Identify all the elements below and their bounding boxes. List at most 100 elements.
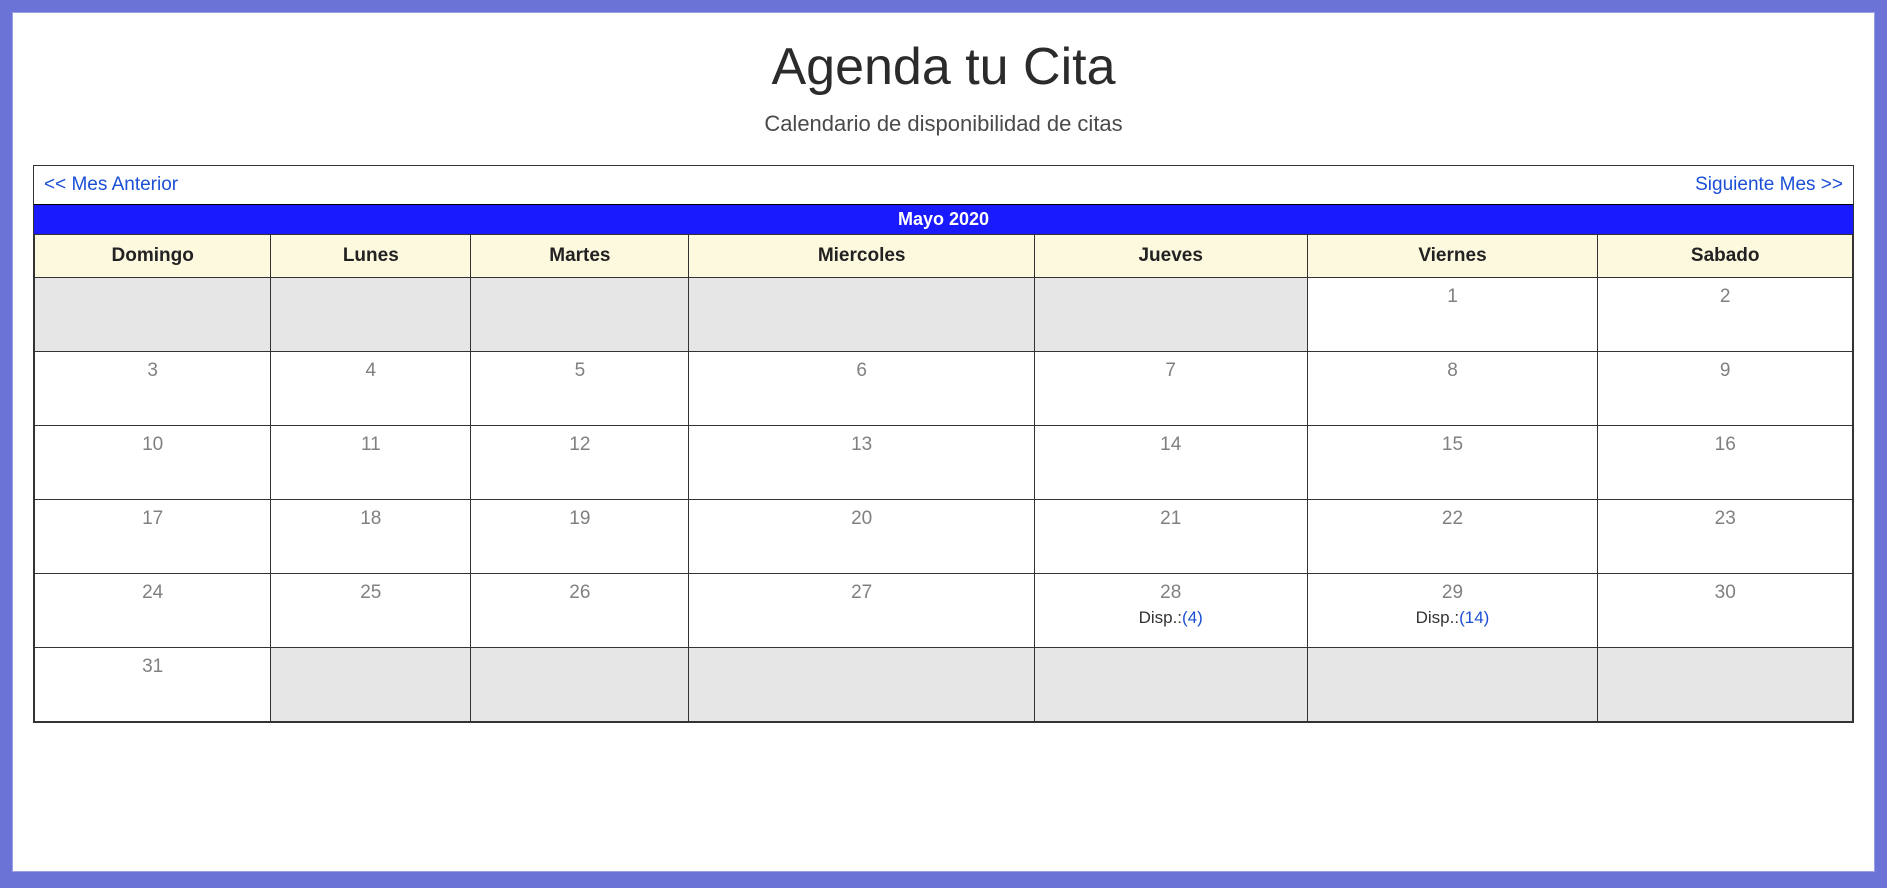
calendar-day-cell: 31 — [35, 648, 271, 722]
calendar-week-row: 3456789 — [35, 352, 1853, 426]
calendar-day-cell: 25 — [271, 574, 471, 648]
calendar-day-cell: 5 — [471, 352, 689, 426]
weekday-header: Sabado — [1598, 235, 1853, 278]
calendar-week-row: 17 18 19 20 21 22 23 — [35, 500, 1853, 574]
calendar-day-cell: 7 — [1034, 352, 1307, 426]
calendar-week-row: 10 11 12 13 14 15 16 — [35, 426, 1853, 500]
day-number: 2 — [1604, 286, 1846, 308]
calendar-frame: << Mes Anterior Siguiente Mes >> Mayo 20… — [33, 165, 1854, 723]
day-number: 25 — [277, 582, 464, 604]
calendar-day-cell: 12 — [471, 426, 689, 500]
availability-prefix: Disp.: — [1139, 608, 1182, 627]
weekday-header: Viernes — [1307, 235, 1598, 278]
calendar-day-cell: 26 — [471, 574, 689, 648]
day-number: 11 — [277, 434, 464, 456]
calendar-day-cell[interactable]: 29 Disp.:(14) — [1307, 574, 1598, 648]
calendar-day-cell[interactable]: 28 Disp.:(4) — [1034, 574, 1307, 648]
prev-month-link[interactable]: << Mes Anterior — [44, 174, 178, 196]
day-number: 26 — [477, 582, 682, 604]
calendar-day-cell — [271, 278, 471, 352]
weekday-header: Jueves — [1034, 235, 1307, 278]
day-number: 29 — [1314, 582, 1592, 604]
availability-count-link[interactable]: (4) — [1182, 608, 1203, 627]
availability-prefix: Disp.: — [1416, 608, 1459, 627]
day-number: 28 — [1041, 582, 1301, 604]
day-number: 16 — [1604, 434, 1846, 456]
day-number: 12 — [477, 434, 682, 456]
calendar-week-row: 31 — [35, 648, 1853, 722]
day-number: 27 — [695, 582, 1027, 604]
day-number: 20 — [695, 508, 1027, 530]
day-number: 31 — [41, 656, 264, 678]
day-number: 8 — [1314, 360, 1592, 382]
calendar-day-cell: 19 — [471, 500, 689, 574]
calendar-day-cell: 11 — [271, 426, 471, 500]
day-number: 22 — [1314, 508, 1592, 530]
day-number: 7 — [1041, 360, 1301, 382]
calendar-day-cell: 21 — [1034, 500, 1307, 574]
calendar-day-cell — [471, 648, 689, 722]
day-number: 17 — [41, 508, 264, 530]
calendar-day-cell: 24 — [35, 574, 271, 648]
calendar-day-cell: 3 — [35, 352, 271, 426]
day-number: 3 — [41, 360, 264, 382]
calendar-day-cell: 27 — [689, 574, 1034, 648]
calendar-day-cell — [1598, 648, 1853, 722]
calendar-day-cell: 13 — [689, 426, 1034, 500]
day-number: 10 — [41, 434, 264, 456]
day-number: 14 — [1041, 434, 1301, 456]
calendar-day-cell: 6 — [689, 352, 1034, 426]
weekday-header: Lunes — [271, 235, 471, 278]
next-month-link[interactable]: Siguiente Mes >> — [1695, 174, 1843, 196]
weekday-header: Domingo — [35, 235, 271, 278]
calendar-day-cell: 10 — [35, 426, 271, 500]
calendar-day-cell: 15 — [1307, 426, 1598, 500]
day-number: 5 — [477, 360, 682, 382]
calendar-day-cell — [35, 278, 271, 352]
month-label: Mayo 2020 — [34, 204, 1853, 234]
day-number: 24 — [41, 582, 264, 604]
calendar-day-cell: 23 — [1598, 500, 1853, 574]
weekday-header: Miercoles — [689, 235, 1034, 278]
page-container: Agenda tu Cita Calendario de disponibili… — [12, 12, 1875, 872]
calendar-day-cell — [1034, 648, 1307, 722]
availability-label: Disp.:(4) — [1041, 608, 1301, 628]
calendar-day-cell — [1034, 278, 1307, 352]
calendar-day-cell: 14 — [1034, 426, 1307, 500]
calendar-day-cell: 30 — [1598, 574, 1853, 648]
calendar-day-cell — [271, 648, 471, 722]
weekday-header-row: Domingo Lunes Martes Miercoles Jueves Vi… — [35, 235, 1853, 278]
calendar-day-cell: 1 — [1307, 278, 1598, 352]
weekday-header: Martes — [471, 235, 689, 278]
day-number: 30 — [1604, 582, 1846, 604]
day-number: 9 — [1604, 360, 1846, 382]
day-number: 23 — [1604, 508, 1846, 530]
calendar-week-row: 2425262728Disp.:(4)29Disp.:(14)30 — [35, 574, 1853, 648]
calendar-day-cell: 8 — [1307, 352, 1598, 426]
availability-label: Disp.:(14) — [1314, 608, 1592, 628]
month-nav: << Mes Anterior Siguiente Mes >> — [34, 166, 1853, 204]
day-number: 18 — [277, 508, 464, 530]
calendar-day-cell — [689, 278, 1034, 352]
calendar-day-cell: 2 — [1598, 278, 1853, 352]
calendar-day-cell: 20 — [689, 500, 1034, 574]
calendar-day-cell — [1307, 648, 1598, 722]
calendar-day-cell: 18 — [271, 500, 471, 574]
day-number: 1 — [1314, 286, 1592, 308]
calendar-day-cell: 9 — [1598, 352, 1853, 426]
day-number: 4 — [277, 360, 464, 382]
calendar-day-cell: 17 — [35, 500, 271, 574]
day-number: 13 — [695, 434, 1027, 456]
calendar-day-cell: 22 — [1307, 500, 1598, 574]
page-subtitle: Calendario de disponibilidad de citas — [33, 111, 1854, 137]
calendar-week-row: 12 — [35, 278, 1853, 352]
availability-count-link[interactable]: (14) — [1459, 608, 1489, 627]
calendar-day-cell — [471, 278, 689, 352]
day-number: 6 — [695, 360, 1027, 382]
calendar-day-cell — [689, 648, 1034, 722]
page-title: Agenda tu Cita — [33, 37, 1854, 97]
calendar-day-cell: 4 — [271, 352, 471, 426]
day-number: 19 — [477, 508, 682, 530]
calendar-day-cell: 16 — [1598, 426, 1853, 500]
day-number: 15 — [1314, 434, 1592, 456]
